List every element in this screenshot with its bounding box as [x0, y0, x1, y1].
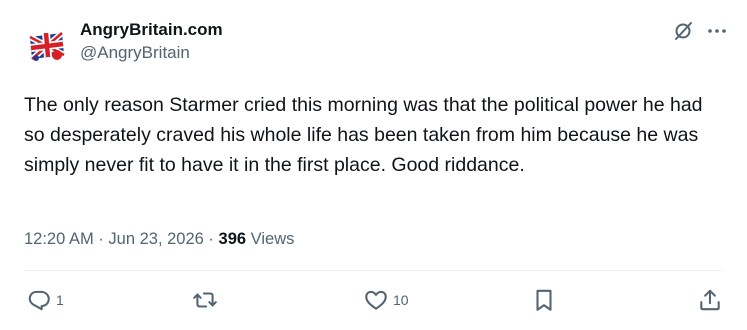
- tweet-date[interactable]: Jun 23, 2026: [108, 230, 203, 248]
- share-button[interactable]: [697, 286, 723, 314]
- tweet-time[interactable]: 12:20 AM: [24, 230, 94, 248]
- tweet: AngryBritain.com @AngryBritain The only …: [0, 0, 747, 330]
- user-handle[interactable]: @AngryBritain: [80, 41, 223, 65]
- retweet-icon: [193, 292, 217, 308]
- views-label: Views: [250, 230, 295, 248]
- meta-separator: ·: [208, 230, 214, 248]
- reply-button[interactable]: 1: [26, 286, 64, 314]
- retweet-button[interactable]: [192, 286, 222, 314]
- bookmark-icon: [536, 289, 552, 311]
- display-name[interactable]: AngryBritain.com: [80, 19, 223, 41]
- bookmark-button[interactable]: [531, 286, 557, 314]
- union-jack-avatar-icon: [24, 23, 68, 67]
- grok-icon[interactable]: [672, 19, 696, 43]
- like-button[interactable]: 10: [363, 286, 409, 314]
- heart-icon: [365, 290, 387, 310]
- divider: [24, 270, 723, 271]
- tweet-meta: 12:20 AM · Jun 23, 2026 · 396 Views: [24, 228, 294, 250]
- user-name-block[interactable]: AngryBritain.com @AngryBritain: [80, 19, 223, 65]
- views-count: 396: [218, 230, 247, 248]
- reply-count: 1: [56, 292, 64, 308]
- reply-icon: [28, 290, 50, 311]
- share-icon: [700, 289, 720, 311]
- like-count: 10: [393, 292, 409, 308]
- meta-separator: ·: [98, 230, 104, 248]
- tweet-text: The only reason Starmer cried this morni…: [24, 94, 703, 176]
- more-icon[interactable]: [705, 19, 729, 43]
- avatar[interactable]: [24, 23, 68, 67]
